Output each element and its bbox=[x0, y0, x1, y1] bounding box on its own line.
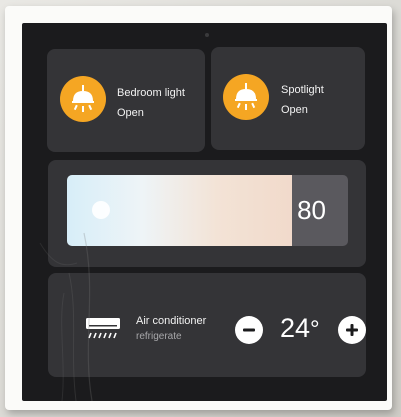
panel-bezel: Bedroom light Open Spotlight Open 80 Air… bbox=[5, 6, 392, 410]
touch-screen: Bedroom light Open Spotlight Open 80 Air… bbox=[22, 23, 387, 401]
device-photo: Bedroom light Open Spotlight Open 80 Air… bbox=[0, 0, 401, 417]
screen-reflection bbox=[39, 232, 93, 401]
